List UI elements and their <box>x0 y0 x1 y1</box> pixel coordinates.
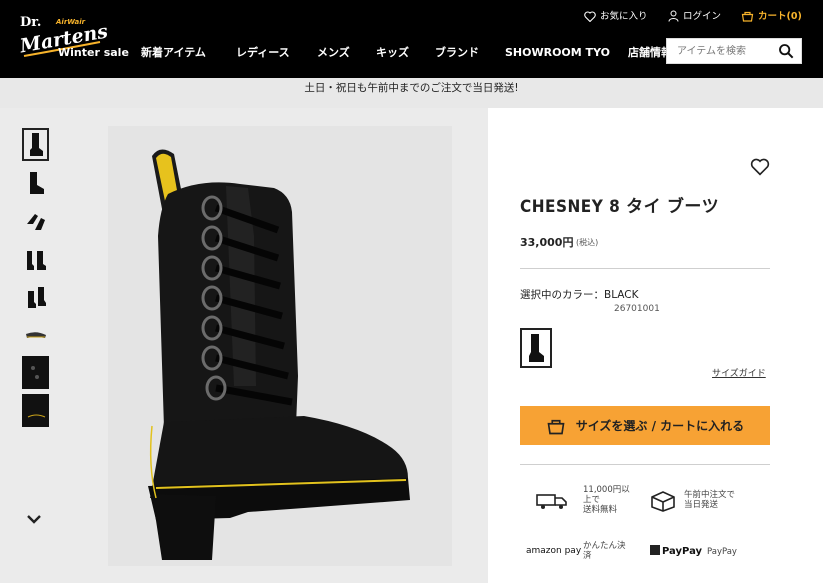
heart-icon[interactable] <box>750 158 770 176</box>
site-header: Dr. Martens AirWair Winter sale 新着アイテム レ… <box>0 0 823 78</box>
login-link[interactable]: ログイン <box>668 9 721 25</box>
amazon-pay-logo: amazon pay <box>526 546 582 556</box>
add-to-cart-button[interactable]: サイズを選ぶ / カートに入れる <box>520 406 770 445</box>
free-shipping-text: 11,000円以 上で 送料無料 <box>583 485 630 515</box>
search-icon[interactable] <box>778 43 794 59</box>
add-to-cart-label: サイズを選ぶ / カートに入れる <box>575 419 745 433</box>
amazon-pay-text: かんたん決済 <box>583 541 626 561</box>
nav-item-winter-sale[interactable]: Winter sale <box>58 40 129 66</box>
box-icon <box>651 491 675 512</box>
cart-link[interactable]: カート(0) <box>741 9 802 25</box>
thumbnail-1[interactable] <box>22 128 49 161</box>
nav-item-showroom[interactable]: SHOWROOM TYO <box>505 40 610 66</box>
divider <box>520 268 770 269</box>
thumbnail-3[interactable] <box>22 204 49 237</box>
heart-icon <box>584 11 596 23</box>
nav-item-mens[interactable]: メンズ <box>317 40 350 66</box>
product-main-image <box>108 126 452 566</box>
thumbnail-4[interactable] <box>22 242 49 275</box>
thumbnail-6[interactable] <box>22 318 49 351</box>
search-box <box>666 38 802 64</box>
paypay-text: PayPay <box>707 547 737 557</box>
thumbnail-8[interactable] <box>22 394 49 427</box>
cart-label: カート(0) <box>758 11 802 22</box>
selected-color-label: 選択中のカラー：BLACK <box>520 289 639 301</box>
product-gallery <box>0 108 488 583</box>
paypay-logo: PayPay <box>650 545 702 557</box>
divider <box>520 464 770 465</box>
same-day-text: 午前中注文で 当日発送 <box>684 490 736 510</box>
product-info-panel: CHESNEY 8 タイ ブーツ 33,000円 (税込) 選択中のカラー：BL… <box>488 108 823 583</box>
bag-icon <box>547 419 565 434</box>
color-swatch-black[interactable] <box>520 328 552 368</box>
product-sku: 26701001 <box>614 304 660 314</box>
tax-note: (税込) <box>576 238 599 247</box>
favorites-label: お気に入り <box>600 11 648 22</box>
user-icon <box>668 10 679 22</box>
thumbnail-5[interactable] <box>22 280 49 313</box>
shipping-banner: 土日・祝日も午前中までのご注文で当日発送! <box>0 78 823 108</box>
product-title: CHESNEY 8 タイ ブーツ <box>520 197 720 217</box>
thumbnail-7[interactable] <box>22 356 49 389</box>
nav-item-kids[interactable]: キッズ <box>376 40 409 66</box>
banner-text: 土日・祝日も午前中までのご注文で当日発送! <box>304 82 519 94</box>
favorites-link[interactable]: お気に入り <box>584 9 648 25</box>
truck-icon <box>536 494 567 509</box>
login-label: ログイン <box>683 11 722 22</box>
chevron-down-icon[interactable] <box>26 514 42 524</box>
product-price: 33,000円 <box>520 236 574 249</box>
svg-text:Dr.: Dr. <box>20 15 41 30</box>
cart-icon <box>741 11 754 22</box>
size-guide-link[interactable]: サイズガイド <box>712 366 766 379</box>
svg-text:AirWair: AirWair <box>55 18 86 26</box>
nav-item-brand[interactable]: ブランド <box>435 40 479 66</box>
search-input[interactable] <box>667 39 775 63</box>
nav-item-ladies[interactable]: レディース <box>236 40 290 66</box>
nav-item-new-arrivals[interactable]: 新着アイテム <box>141 40 206 66</box>
thumbnail-2[interactable] <box>22 166 49 199</box>
